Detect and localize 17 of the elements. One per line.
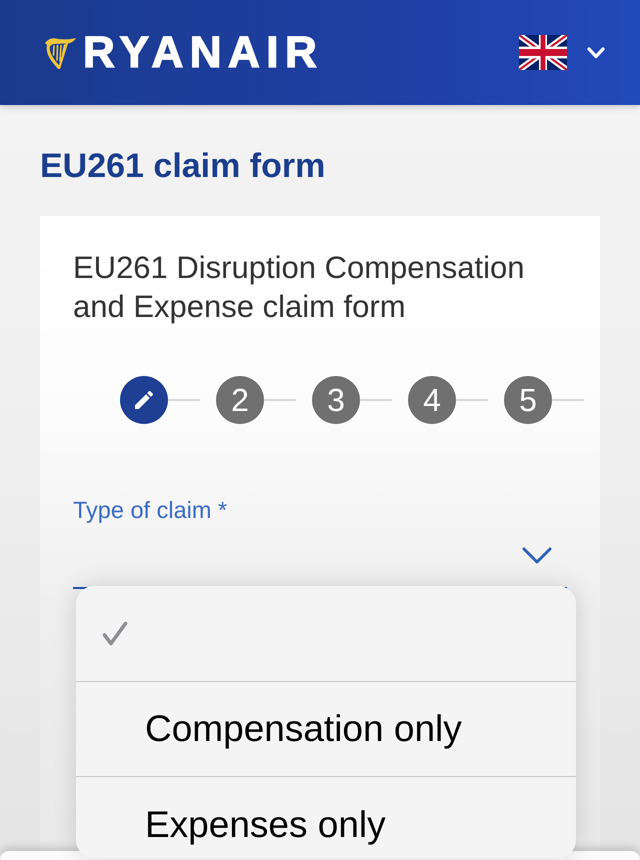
logo-link[interactable]: RYANAIR xyxy=(44,30,324,76)
step-indicator: 5 xyxy=(504,376,552,424)
chevron-down-icon xyxy=(587,46,605,58)
language-button[interactable] xyxy=(519,35,605,70)
chevron-down-icon xyxy=(522,546,552,564)
page-title: EU261 claim form xyxy=(40,146,326,186)
pencil-icon xyxy=(135,391,153,409)
uk-flag-icon xyxy=(519,35,567,70)
field-label: Type of claim * xyxy=(73,496,228,524)
form-heading: EU261 Disruption Compensation and Expense claim form xyxy=(73,249,526,326)
picker-option[interactable]: Expenses only xyxy=(76,776,576,858)
step-indicator: 4 xyxy=(408,376,456,424)
step-indicator: 2 xyxy=(216,376,264,424)
checkmark-icon xyxy=(102,621,128,646)
harp-icon xyxy=(44,36,77,69)
step-indicator: 3 xyxy=(312,376,360,424)
picker-option[interactable]: Compensation only xyxy=(76,681,576,776)
